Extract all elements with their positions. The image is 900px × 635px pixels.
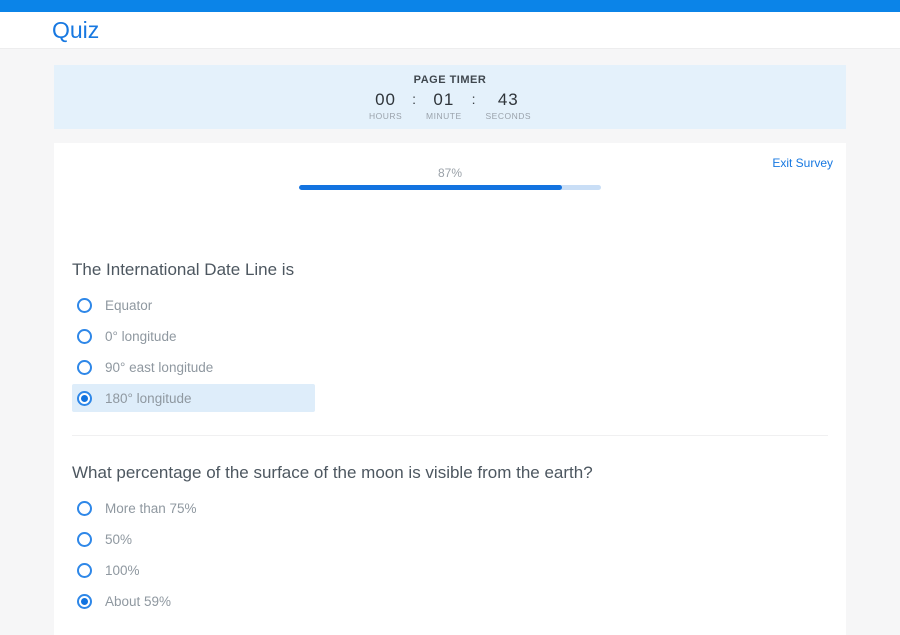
timer-minutes-value: 01 <box>433 90 454 109</box>
page-timer-panel: PAGE TIMER 00 HOURS : 01 MINUTE : 43 SEC… <box>54 65 846 129</box>
radio-option[interactable]: Equator <box>72 291 315 319</box>
exit-survey-link[interactable]: Exit Survey <box>772 156 833 170</box>
timer-seconds-label: SECONDS <box>486 111 532 121</box>
radio-dot <box>81 333 88 340</box>
options-list: Equator 0° longitude 90° east longitude … <box>72 291 846 412</box>
radio-option-label: 180° longitude <box>105 391 191 406</box>
radio-option-label: 50% <box>105 532 132 547</box>
radio-dot <box>81 598 88 605</box>
radio-dot <box>81 302 88 309</box>
radio-option-label: 90° east longitude <box>105 360 213 375</box>
timer-seconds-column: 43 SECONDS <box>486 90 532 121</box>
question-divider <box>72 435 828 436</box>
radio-button-icon[interactable] <box>77 594 92 609</box>
question-text: What percentage of the surface of the mo… <box>72 463 846 483</box>
radio-dot <box>81 567 88 574</box>
radio-dot <box>81 395 88 402</box>
radio-option[interactable]: 50% <box>72 525 315 553</box>
question-text: The International Date Line is <box>72 260 846 280</box>
questions-list: The International Date Line is Equator 0… <box>54 260 846 635</box>
timer-hours-label: HOURS <box>369 111 402 121</box>
radio-button-icon[interactable] <box>77 532 92 547</box>
timer-hours-column: 00 HOURS <box>369 90 402 121</box>
radio-dot <box>81 364 88 371</box>
radio-option-label: About 59% <box>105 594 171 609</box>
top-accent-bar <box>0 0 900 12</box>
radio-button-icon[interactable] <box>77 298 92 313</box>
radio-button-icon[interactable] <box>77 360 92 375</box>
radio-option[interactable]: 0° longitude <box>72 322 315 350</box>
progress-bar <box>299 185 601 190</box>
timer-heading: PAGE TIMER <box>414 74 487 86</box>
question-block: The International Date Line is Equator 0… <box>54 260 846 436</box>
radio-option-label: 100% <box>105 563 140 578</box>
progress-bar-fill <box>299 185 562 190</box>
progress-percent-label: 87% <box>299 166 601 180</box>
radio-option[interactable]: More than 75% <box>72 494 315 522</box>
radio-button-icon[interactable] <box>77 391 92 406</box>
radio-option-label: Equator <box>105 298 152 313</box>
radio-option-label: 0° longitude <box>105 329 176 344</box>
timer-minutes-column: 01 MINUTE <box>426 90 462 121</box>
timer-display: 00 HOURS : 01 MINUTE : 43 SECONDS <box>369 90 531 121</box>
radio-dot <box>81 505 88 512</box>
radio-button-icon[interactable] <box>77 563 92 578</box>
timer-colon: : <box>472 90 476 109</box>
radio-option[interactable]: 180° longitude <box>72 384 315 412</box>
radio-option-label: More than 75% <box>105 501 197 516</box>
timer-minutes-label: MINUTE <box>426 111 462 121</box>
radio-button-icon[interactable] <box>77 329 92 344</box>
radio-option[interactable]: About 59% <box>72 587 315 615</box>
timer-seconds-value: 43 <box>498 90 519 109</box>
radio-button-icon[interactable] <box>77 501 92 516</box>
survey-card: Exit Survey 87% The International Date L… <box>54 143 846 635</box>
radio-option[interactable]: 90° east longitude <box>72 353 315 381</box>
progress-section: 87% <box>299 143 601 190</box>
radio-option[interactable]: 100% <box>72 556 315 584</box>
radio-dot <box>81 536 88 543</box>
page-title: Quiz <box>52 17 99 44</box>
question-block: What percentage of the surface of the mo… <box>54 463 846 635</box>
options-list: More than 75% 50% 100% About 59% <box>72 494 846 615</box>
timer-colon: : <box>412 90 416 109</box>
timer-hours-value: 00 <box>375 90 396 109</box>
app-header: Quiz <box>0 12 900 49</box>
